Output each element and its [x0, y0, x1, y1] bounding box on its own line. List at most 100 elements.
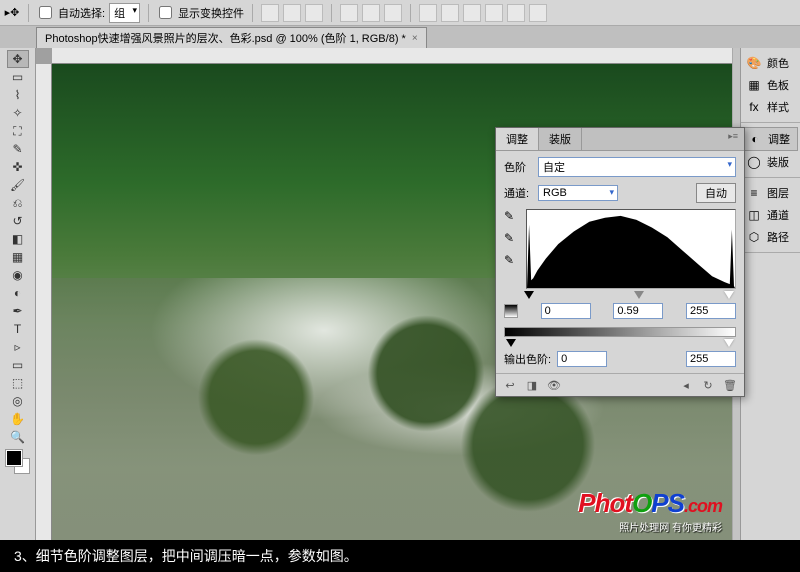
black-eyedropper-icon[interactable]: ✎	[504, 209, 520, 225]
divider	[410, 4, 411, 22]
output-gradient	[504, 327, 736, 337]
3d-camera-tool[interactable]: ◎	[7, 392, 29, 410]
white-point-slider[interactable]	[724, 291, 734, 299]
vertical-ruler[interactable]	[36, 64, 52, 540]
masks-panel-tab[interactable]: ◯装版	[743, 151, 798, 173]
prev-state-icon[interactable]: ◂	[678, 378, 694, 392]
align-icon[interactable]	[362, 4, 380, 22]
panel-menu-icon[interactable]: ▸≡	[722, 128, 744, 150]
input-white-field[interactable]	[686, 303, 736, 319]
auto-select-dropdown[interactable]: 组	[109, 3, 140, 23]
out-white-slider[interactable]	[724, 339, 734, 347]
distribute-icon[interactable]	[419, 4, 437, 22]
shape-tool[interactable]: ▭	[7, 356, 29, 374]
adjustments-panel-tab[interactable]: ◐调整	[743, 127, 798, 151]
distribute-icon[interactable]	[485, 4, 503, 22]
stamp-tool[interactable]: ⎌	[7, 194, 29, 212]
heal-tool[interactable]: ✜	[7, 158, 29, 176]
gradient-tool[interactable]: ▦	[7, 248, 29, 266]
trash-icon[interactable]: 🗑	[722, 378, 738, 392]
distribute-icon[interactable]	[463, 4, 481, 22]
channels-icon: ◫	[745, 207, 763, 223]
eyedroppers: ✎ ✎ ✎	[504, 209, 520, 289]
eraser-tool[interactable]: ◧	[7, 230, 29, 248]
levels-panel-tabs: 调整 装版 ▸≡	[496, 128, 744, 151]
align-icon[interactable]	[340, 4, 358, 22]
layers-panel-tab[interactable]: ≡图层	[743, 182, 798, 204]
color-icon: 🎨	[745, 55, 763, 71]
align-icon[interactable]	[305, 4, 323, 22]
divider	[148, 4, 149, 22]
fg-color[interactable]	[6, 450, 22, 466]
tab-adjustments[interactable]: 调整	[496, 128, 539, 150]
auto-button[interactable]: 自动	[696, 183, 736, 203]
caption-text: 3、细节色阶调整图层，把中间调压暗一点，参数如图。	[0, 540, 800, 572]
document-tab[interactable]: Photoshop快速增强风景照片的层次、色彩.psd @ 100% (色阶 1…	[36, 27, 427, 48]
swatches-panel-tab[interactable]: ▦色板	[743, 74, 798, 96]
horizontal-ruler[interactable]	[52, 48, 732, 64]
paths-icon: ⬡	[745, 229, 763, 245]
clip-layer-icon[interactable]: ◨	[524, 378, 540, 392]
color-swatch[interactable]	[6, 450, 30, 474]
color-panel-tab[interactable]: 🎨颜色	[743, 52, 798, 74]
history-brush-tool[interactable]: ↺	[7, 212, 29, 230]
gray-eyedropper-icon[interactable]: ✎	[504, 231, 520, 247]
tab-masks[interactable]: 装版	[539, 128, 582, 150]
channels-panel-tab[interactable]: ◫通道	[743, 204, 798, 226]
eyedropper-tool[interactable]: ✎	[7, 140, 29, 158]
align-icon[interactable]	[384, 4, 402, 22]
input-black-field[interactable]	[541, 303, 591, 319]
levels-preset-dropdown[interactable]: 自定	[538, 157, 736, 177]
reset-icon[interactable]: ↻	[700, 378, 716, 392]
layers-icon: ≡	[745, 185, 763, 201]
show-transform-checkbox[interactable]	[159, 6, 172, 19]
align-icon[interactable]	[261, 4, 279, 22]
document-tab-bar: Photoshop快速增强风景照片的层次、色彩.psd @ 100% (色阶 1…	[0, 26, 800, 48]
zoom-tool[interactable]: 🔍	[7, 428, 29, 446]
wand-tool[interactable]: ✧	[7, 104, 29, 122]
lasso-tool[interactable]: ⌇	[7, 86, 29, 104]
styles-panel-tab[interactable]: fx样式	[743, 96, 798, 118]
type-tool[interactable]: T	[7, 320, 29, 338]
3d-tool[interactable]: ⬚	[7, 374, 29, 392]
divider	[331, 4, 332, 22]
watermark-logo: PhotOPS.com	[578, 488, 722, 519]
gamma-slider[interactable]	[634, 291, 644, 299]
output-black-field[interactable]	[557, 351, 607, 367]
output-label: 输出色阶:	[504, 351, 551, 367]
white-eyedropper-icon[interactable]: ✎	[504, 253, 520, 269]
align-icon[interactable]	[283, 4, 301, 22]
out-black-slider[interactable]	[506, 339, 516, 347]
input-gamma-field[interactable]	[613, 303, 663, 319]
marquee-tool[interactable]: ▭	[7, 68, 29, 86]
move-tool[interactable]: ✥	[7, 50, 29, 68]
dodge-tool[interactable]: ◐	[7, 284, 29, 302]
hand-tool[interactable]: ✋	[7, 410, 29, 428]
levels-footer: ↩ ◨ 👁 ◂ ↻ 🗑	[496, 373, 744, 396]
divider	[252, 4, 253, 22]
distribute-icon[interactable]	[529, 4, 547, 22]
channel-label: 通道:	[504, 185, 534, 201]
crop-tool[interactable]: ⛶	[7, 122, 29, 140]
distribute-icon[interactable]	[507, 4, 525, 22]
swatches-icon: ▦	[745, 77, 763, 93]
clip-icon[interactable]	[504, 304, 518, 318]
levels-type-label: 色阶	[504, 159, 534, 175]
black-point-slider[interactable]	[524, 291, 534, 299]
brush-tool[interactable]: 🖌	[7, 176, 29, 194]
output-white-field[interactable]	[686, 351, 736, 367]
visibility-icon[interactable]: 👁	[546, 378, 562, 392]
pen-tool[interactable]: ✒	[7, 302, 29, 320]
channel-dropdown[interactable]: RGB	[538, 185, 618, 201]
distribute-icon[interactable]	[441, 4, 459, 22]
auto-select-checkbox[interactable]	[39, 6, 52, 19]
color-panel-group: 🎨颜色 ▦色板 fx样式	[741, 48, 800, 123]
close-icon[interactable]: ×	[412, 33, 418, 44]
blur-tool[interactable]: ◉	[7, 266, 29, 284]
move-tool-icon: ▸✥	[4, 5, 20, 21]
paths-panel-tab[interactable]: ⬡路径	[743, 226, 798, 248]
path-tool[interactable]: ▹	[7, 338, 29, 356]
show-transform-label: 显示变换控件	[178, 5, 244, 21]
return-icon[interactable]: ↩	[502, 378, 518, 392]
levels-panel[interactable]: 调整 装版 ▸≡ 色阶 自定 通道: RGB 自动 ✎ ✎ ✎	[495, 127, 745, 397]
